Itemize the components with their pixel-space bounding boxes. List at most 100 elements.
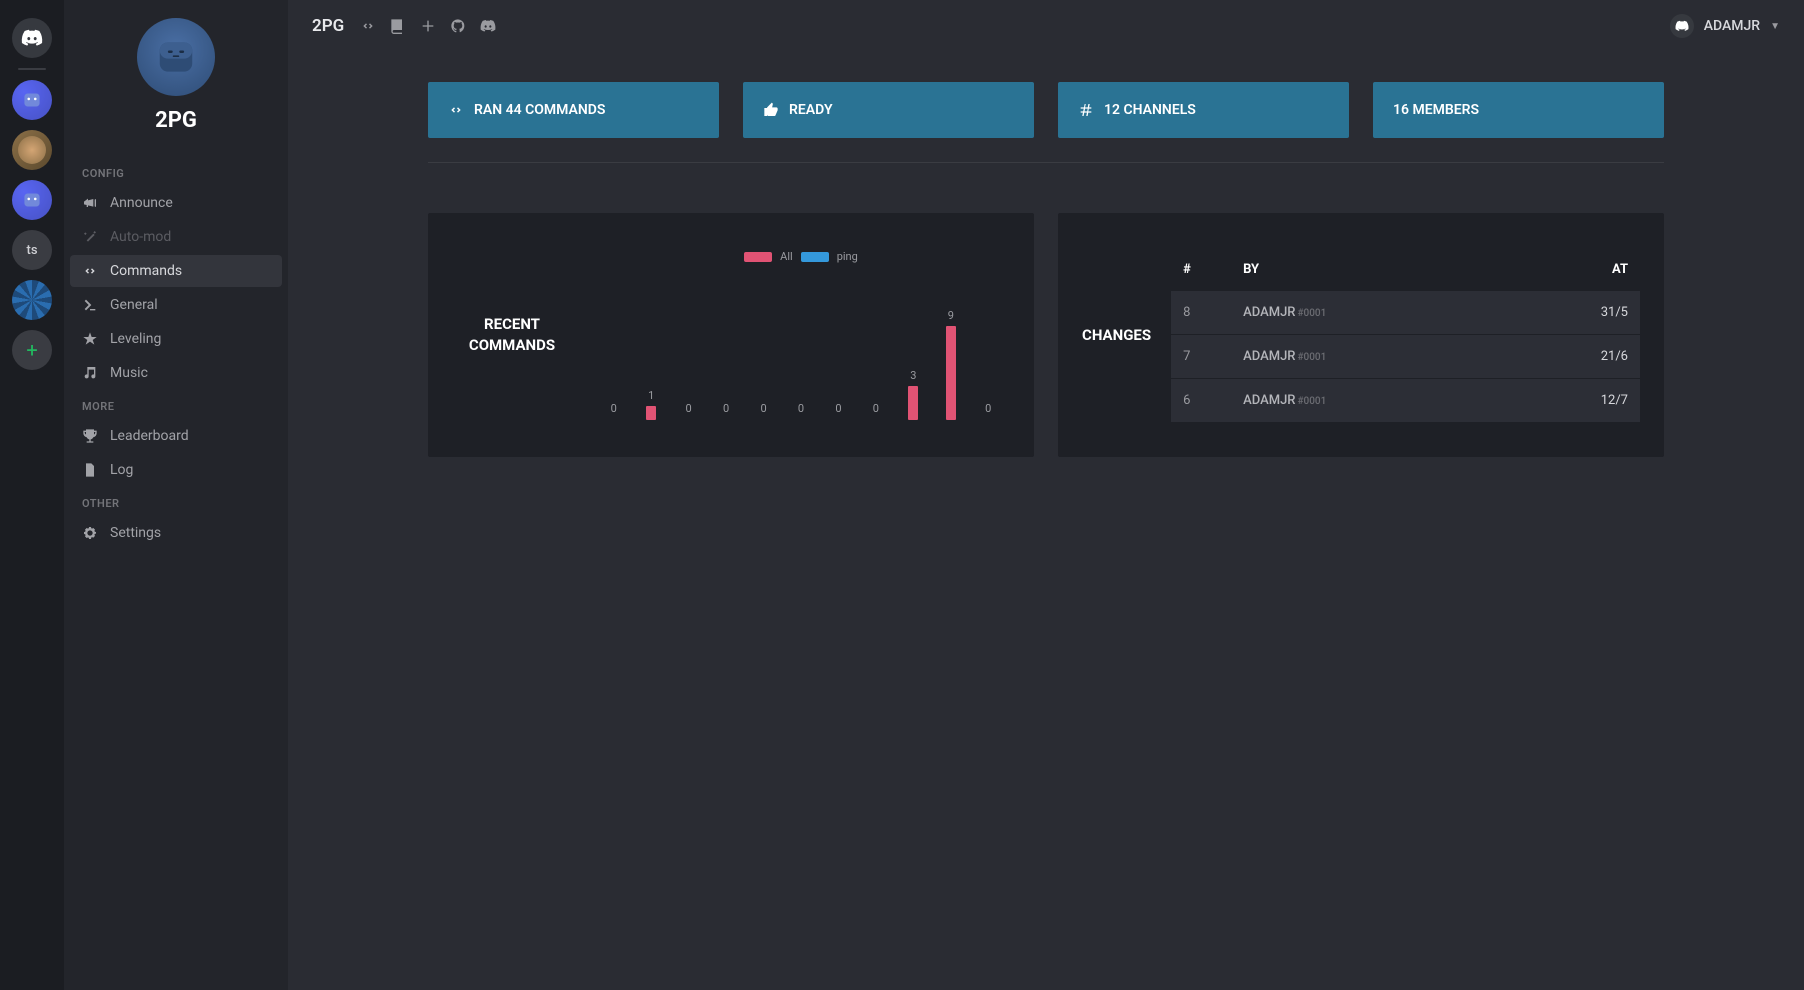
caret-down-icon: ▼ — [1770, 21, 1780, 32]
rail-separator — [18, 68, 46, 70]
changes-row[interactable]: 8ADAMJR#000131/5 — [1171, 291, 1640, 334]
bot-avatar[interactable] — [137, 18, 215, 96]
wand-icon — [82, 229, 98, 245]
change-num: 7 — [1183, 349, 1243, 364]
chart-area: Allping 01000000390 — [592, 250, 1010, 420]
change-num: 8 — [1183, 305, 1243, 320]
changes-row[interactable]: 6ADAMJR#000112/7 — [1171, 379, 1640, 422]
chart-legend: All ping — [592, 250, 1010, 263]
page-title: 2PG — [312, 16, 344, 36]
nav-log[interactable]: Log — [70, 454, 282, 486]
col-at: AT — [1558, 262, 1628, 277]
bar-value-label: 0 — [798, 402, 804, 415]
nav-label: Commands — [110, 263, 182, 279]
section-other: OTHER — [70, 487, 282, 516]
stat-channels[interactable]: 12 CHANNELS — [1058, 82, 1349, 138]
change-at: 12/7 — [1558, 393, 1628, 408]
bar-group: 0 — [684, 402, 694, 420]
robot-icon — [19, 187, 45, 213]
chart-bars: 01000000390 — [592, 269, 1010, 420]
bullhorn-icon — [82, 195, 98, 211]
legend-swatch — [744, 252, 772, 262]
file-icon — [82, 462, 98, 478]
bar-value-label: 0 — [985, 402, 991, 415]
nav-label: Music — [110, 365, 148, 381]
nav-settings[interactable]: Settings — [70, 517, 282, 549]
nav-commands[interactable]: Commands — [70, 255, 282, 287]
hash-icon — [1078, 102, 1094, 118]
bar-group: 0 — [759, 402, 769, 420]
discord-icon — [21, 27, 43, 49]
user-menu[interactable]: ADAMJR ▼ — [1670, 14, 1780, 38]
thumbs-up-icon — [763, 102, 779, 118]
stat-members[interactable]: 16 MEMBERS — [1373, 82, 1664, 138]
bot-avatar-icon — [150, 31, 202, 83]
panel-changes: CHANGES # BY AT 8ADAMJR#000131/57ADAMJR#… — [1058, 213, 1664, 457]
github-icon[interactable] — [450, 18, 466, 34]
panel-recent-commands: RECENT COMMANDS Allping 01000000390 — [428, 213, 1034, 457]
topbar: 2PG ADAMJR ▼ — [288, 0, 1804, 52]
bar — [946, 326, 956, 420]
changes-row[interactable]: 7ADAMJR#000121/6 — [1171, 335, 1640, 378]
nav-announce[interactable]: Announce — [70, 187, 282, 219]
section-more: MORE — [70, 390, 282, 419]
nav-general[interactable]: General — [70, 289, 282, 321]
terminal-icon — [82, 297, 98, 313]
trophy-icon — [82, 428, 98, 444]
rail-server-2[interactable] — [12, 130, 52, 170]
bar-group: 0 — [609, 402, 619, 420]
nav-label: Leaderboard — [110, 428, 189, 444]
nav-music[interactable]: Music — [70, 357, 282, 389]
nav-leveling[interactable]: Leveling — [70, 323, 282, 355]
rail-discord-home[interactable] — [12, 18, 52, 58]
bar-group: 3 — [908, 369, 918, 420]
legend-label: ping — [837, 250, 858, 263]
rail-ts-label: ts — [26, 243, 37, 258]
stat-label: 16 MEMBERS — [1393, 102, 1479, 118]
rail-server-4[interactable] — [12, 280, 52, 320]
bar-group: 0 — [796, 402, 806, 420]
discord-icon[interactable] — [480, 18, 496, 34]
stat-label: 12 CHANNELS — [1104, 102, 1196, 118]
nav-leaderboard[interactable]: Leaderboard — [70, 420, 282, 452]
stat-commands[interactable]: RAN 44 COMMANDS — [428, 82, 719, 138]
col-num: # — [1183, 262, 1243, 277]
rail-add-server[interactable]: + — [12, 330, 52, 370]
bar-group: 0 — [983, 402, 993, 420]
rail-server-ts[interactable]: ts — [12, 230, 52, 270]
book-icon[interactable] — [390, 18, 406, 34]
bar-group: 0 — [871, 402, 881, 420]
rail-server-3[interactable] — [12, 180, 52, 220]
legend-label: All — [780, 250, 793, 263]
nav-label: Auto-mod — [110, 229, 171, 245]
sidebar: 2PG CONFIG Announce Auto-mod Commands Ge… — [64, 0, 288, 990]
stat-ready[interactable]: READY — [743, 82, 1034, 138]
plus-icon[interactable] — [420, 18, 436, 34]
nav-label: Leveling — [110, 331, 161, 347]
bar-group: 0 — [721, 402, 731, 420]
nav-label: Announce — [110, 195, 173, 211]
plus-icon: + — [26, 338, 37, 362]
music-icon — [82, 365, 98, 381]
nav-automod: Auto-mod — [70, 221, 282, 253]
rail-server-1[interactable] — [12, 80, 52, 120]
bar — [646, 406, 656, 420]
code-icon[interactable] — [360, 18, 376, 34]
sidebar-header: 2PG — [70, 18, 282, 157]
stat-label: READY — [789, 102, 833, 118]
content: RAN 44 COMMANDS READY 12 CHANNELS 16 MEM… — [288, 52, 1804, 497]
nav-label: Settings — [110, 525, 161, 541]
change-by: ADAMJR#0001 — [1243, 393, 1558, 408]
changes-title: CHANGES — [1082, 326, 1151, 344]
section-config: CONFIG — [70, 157, 282, 186]
code-icon — [82, 263, 98, 279]
robot-icon — [19, 87, 45, 113]
bar-group: 9 — [946, 309, 956, 420]
legend-swatch — [801, 252, 829, 262]
topbar-icons — [360, 18, 496, 34]
change-at: 31/5 — [1558, 305, 1628, 320]
gear-icon — [82, 525, 98, 541]
bar-value-label: 0 — [686, 402, 692, 415]
col-by: BY — [1243, 262, 1558, 277]
change-by: ADAMJR#0001 — [1243, 349, 1558, 364]
